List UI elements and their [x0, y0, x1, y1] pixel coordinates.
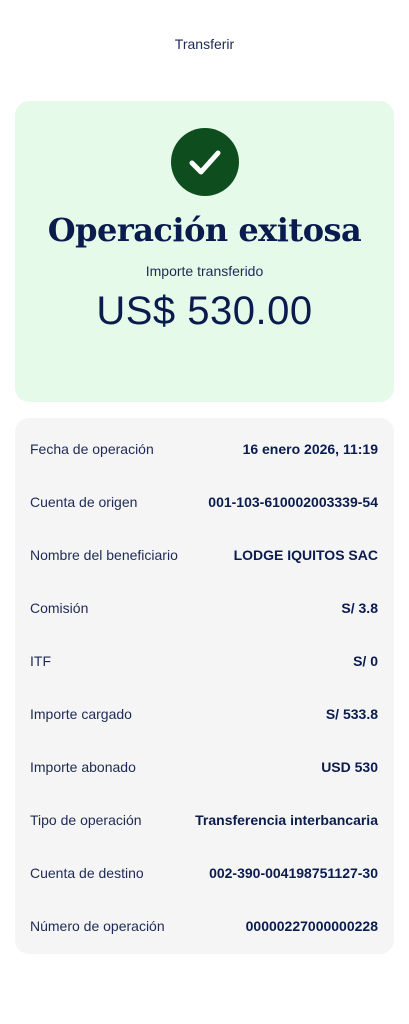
detail-row-tipo-operacion: Tipo de operación Transferencia interban…: [30, 808, 378, 832]
detail-row-itf: ITF S/ 0: [30, 649, 378, 673]
detail-value: S/ 3.8: [341, 600, 378, 616]
amount-label: Importe transferido: [145, 263, 264, 279]
detail-label: Número de operación: [30, 918, 165, 934]
detail-value: USD 530: [321, 759, 378, 775]
detail-row-cuenta-destino: Cuenta de destino 002-390-004198751127-3…: [30, 861, 378, 885]
page-title: Transferir: [174, 36, 235, 52]
details-card: Fecha de operación 16 enero 2026, 11:19 …: [15, 418, 394, 954]
detail-value: S/ 533.8: [325, 706, 378, 722]
detail-value: 002-390-004198751127-30: [209, 865, 378, 881]
detail-row-fecha: Fecha de operación 16 enero 2026, 11:19: [30, 437, 378, 461]
detail-row-beneficiario: Nombre del beneficiario LODGE IQUITOS SA…: [30, 543, 378, 567]
detail-label: Comisión: [30, 600, 89, 616]
detail-value: 16 enero 2026, 11:19: [242, 441, 378, 457]
detail-label: Tipo de operación: [30, 812, 142, 828]
detail-value: LODGE IQUITOS SAC: [233, 547, 378, 563]
detail-row-comision: Comisión S/ 3.8: [30, 596, 378, 620]
detail-value: 00000227000000228: [245, 918, 378, 934]
success-title: Operación exitosa: [47, 211, 362, 249]
detail-row-importe-abonado: Importe abonado USD 530: [30, 755, 378, 779]
detail-row-importe-cargado: Importe cargado S/ 533.8: [30, 702, 378, 726]
success-card: Operación exitosa Importe transferido US…: [15, 101, 394, 402]
detail-label: Cuenta de destino: [30, 865, 144, 881]
detail-label: Fecha de operación: [30, 441, 154, 457]
detail-label: Nombre del beneficiario: [30, 547, 178, 563]
detail-label: Cuenta de origen: [30, 494, 138, 510]
checkmark-glyph: [189, 150, 221, 175]
detail-row-numero-operacion: Número de operación 00000227000000228: [30, 914, 378, 938]
detail-value: 001-103-610002003339-54: [208, 494, 378, 510]
detail-label: ITF: [30, 653, 51, 669]
detail-value: S/ 0: [353, 653, 378, 669]
check-icon: [171, 128, 239, 196]
detail-row-cuenta-origen: Cuenta de origen 001-103-610002003339-54: [30, 490, 378, 514]
detail-value: Transferencia interbancaria: [195, 812, 378, 828]
detail-label: Importe abonado: [30, 759, 136, 775]
detail-label: Importe cargado: [30, 706, 132, 722]
amount-value: US$ 530.00: [96, 289, 313, 333]
